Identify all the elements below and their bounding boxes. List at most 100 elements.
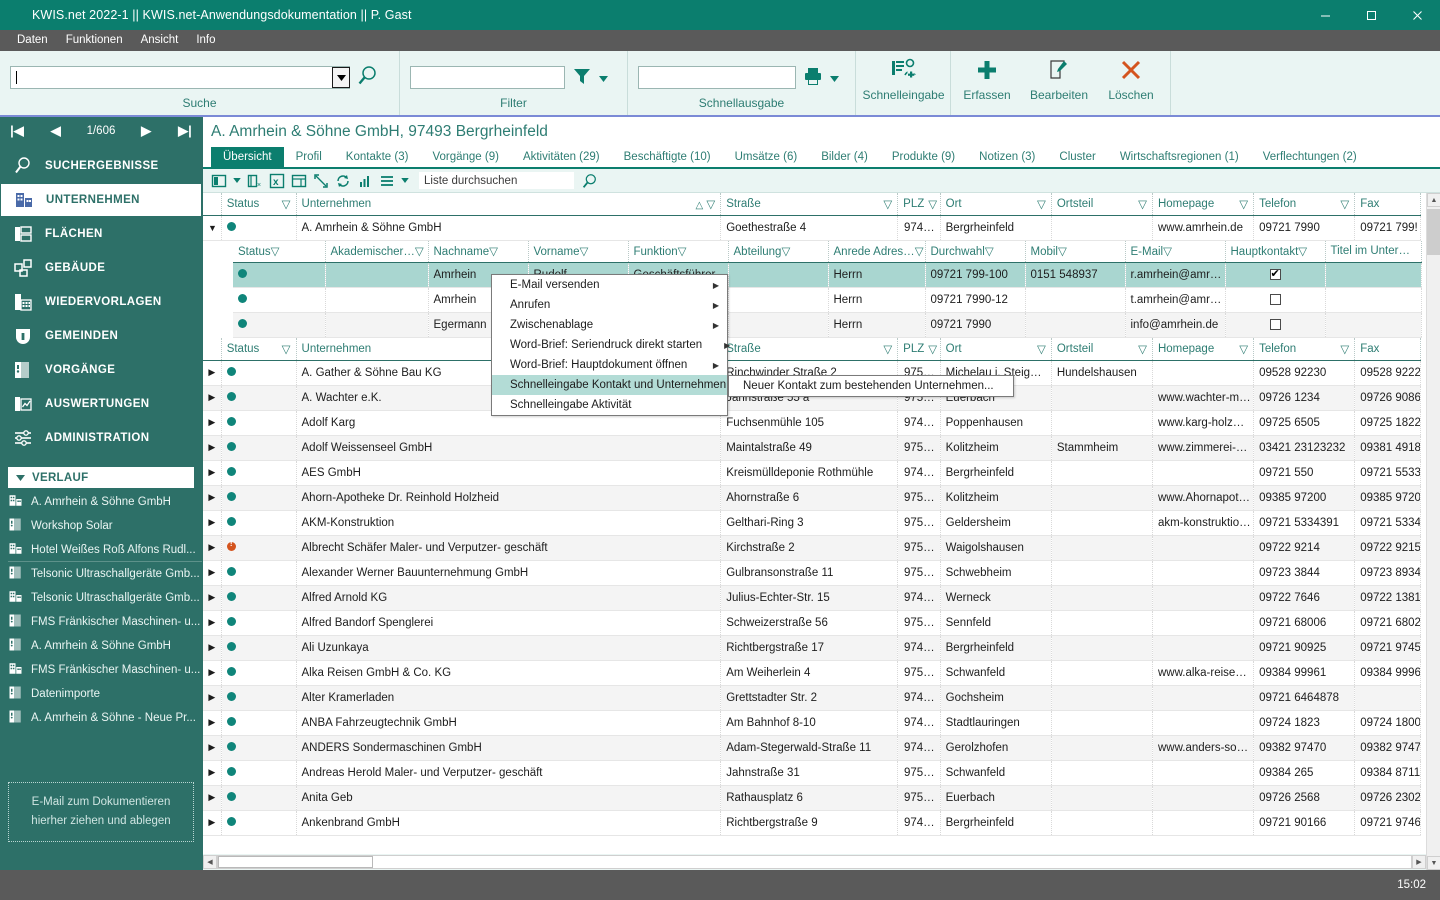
filter-icon[interactable]: ▽: [1298, 246, 1307, 258]
email-dropzone[interactable]: E-Mail zum Dokumentieren hierher ziehen …: [8, 782, 194, 842]
sidebar-item-suchergebnisse[interactable]: SUCHERGEBNISSE: [0, 149, 202, 183]
close-button[interactable]: [1394, 0, 1440, 30]
statistics-icon[interactable]: [357, 173, 373, 189]
menu-item-daten[interactable]: Daten: [8, 30, 57, 51]
hauptkontakt-checkbox[interactable]: [1269, 319, 1281, 331]
filter-dropdown-arrow[interactable]: [599, 71, 608, 85]
filter-icon[interactable]: ▽: [985, 246, 994, 258]
horizontal-scrollbar[interactable]: ◀ ▶: [203, 854, 1426, 870]
row-expand-toggle[interactable]: ▶: [203, 435, 222, 461]
row-expand-toggle[interactable]: ▶: [203, 410, 222, 436]
col-header-fax[interactable]: Fax: [1354, 193, 1421, 216]
vertical-scroll-thumb[interactable]: [1427, 209, 1440, 255]
scroll-up-button[interactable]: ▲: [1427, 193, 1440, 207]
filter-icon[interactable]: ▽: [1058, 246, 1067, 258]
history-item[interactable]: Telsonic Ultraschallgeräte Gmb...: [8, 586, 202, 610]
history-item[interactable]: A. Amrhein & Söhne GmbH: [8, 634, 202, 658]
table-row[interactable]: Amrhein Rudolf Geschäftsführer… Herrn 09…: [233, 262, 1422, 288]
chevron-down-icon[interactable]: [401, 178, 409, 183]
print-dropdown-arrow[interactable]: [830, 71, 839, 85]
menu-item-funktionen[interactable]: Funktionen: [57, 30, 132, 51]
tab-vorgaenge[interactable]: Vorgänge (9): [420, 147, 511, 167]
tab-profil[interactable]: Profil: [284, 147, 334, 167]
col-header-strasse[interactable]: Straße ▽: [720, 338, 899, 361]
col-header-strasse[interactable]: Straße ▽: [720, 193, 899, 216]
filter-icon[interactable]: ▽: [415, 246, 424, 258]
table-row[interactable]: Egermann Herrn 09721 7990 info@amrhein.d…: [233, 312, 1422, 338]
table-row[interactable]: ▶ Albrecht Schäfer Maler- und Verputzer- …: [203, 535, 1421, 561]
col-header-homepage[interactable]: Homepage ▽: [1152, 338, 1255, 361]
table-row[interactable]: Amrhein Herrn 09721 7990-12 t.amrhein@am…: [233, 287, 1422, 313]
tab-umsaetze[interactable]: Umsätze (6): [723, 147, 810, 167]
history-item[interactable]: Workshop Solar: [8, 514, 202, 538]
col-header-plz[interactable]: PLZ ▽: [897, 338, 941, 361]
context-menu-item-schnelleingabe-kontakt[interactable]: Schnelleingabe Kontakt und Unternehmen ▶: [492, 375, 754, 395]
tab-bilder[interactable]: Bilder (4): [809, 147, 880, 167]
menu-item-ansicht[interactable]: Ansicht: [132, 30, 188, 51]
filter-icon[interactable]: ▽: [883, 197, 892, 211]
filter-icon[interactable]: ▽: [1138, 342, 1147, 356]
minimize-button[interactable]: [1302, 0, 1348, 30]
context-menu-item-schnelleingabe-aktivitaet[interactable]: Schnelleingabe Aktivität: [492, 395, 727, 415]
filter-icon[interactable]: ▽: [1037, 197, 1046, 211]
history-item[interactable]: FMS Fränkischer Maschinen- u...: [8, 610, 202, 634]
col-header-mobil[interactable]: Mobil▽: [1025, 240, 1126, 263]
table-row[interactable]: ▶ Alfred Bandorf Spenglerei Schweizerstraß…: [203, 610, 1421, 636]
filter-icon[interactable]: ▽: [271, 246, 280, 258]
pager-prev-button[interactable]: ◀: [48, 123, 64, 139]
sidebar-item-unternehmen[interactable]: UNTERNEHMEN: [0, 183, 202, 217]
table-row[interactable]: ▶ Alfred Arnold KG Julius-Echter-Str. 15 97…: [203, 585, 1421, 611]
menu-item-info[interactable]: Info: [187, 30, 224, 51]
tab-wirtschaftsregionen[interactable]: Wirtschaftsregionen (1): [1108, 147, 1251, 167]
erfassen-button[interactable]: Erfassen: [951, 51, 1023, 102]
sidebar-item-gebaeude[interactable]: GEBÄUDE: [0, 251, 202, 285]
col-header-homepage[interactable]: Homepage ▽: [1152, 193, 1255, 216]
table-row[interactable]: ▼ A. Amrhein & Söhne GmbH Goethestraße 4…: [203, 215, 1421, 241]
history-item[interactable]: Telsonic Ultraschallgeräte Gmb...: [8, 562, 202, 586]
search-dropdown-button[interactable]: [332, 67, 350, 88]
col-header-ortsteil[interactable]: Ortsteil ▽: [1051, 193, 1153, 216]
col-header-funktion[interactable]: Funktion▽: [628, 240, 729, 263]
filter-icon[interactable]: ▽: [282, 342, 291, 356]
pager-next-button[interactable]: ▶: [138, 123, 154, 139]
col-header-ort[interactable]: Ort ▽: [940, 193, 1052, 216]
col-header-status[interactable]: Status▽: [221, 338, 297, 361]
tab-notizen[interactable]: Notizen (3): [967, 147, 1047, 167]
col-header-anrede[interactable]: Anrede Adres…▽: [828, 240, 926, 263]
row-expand-toggle[interactable]: ▶: [203, 485, 222, 511]
filter-icon[interactable]: ▽: [915, 246, 924, 258]
tab-uebersicht[interactable]: Übersicht: [211, 147, 284, 167]
col-header-vorname[interactable]: Vorname▽: [528, 240, 629, 263]
row-expand-toggle[interactable]: ▶: [203, 535, 222, 561]
filter-icon[interactable]: ▽: [1239, 342, 1248, 356]
table-row[interactable]: ▶ Ali Uzunkaya Richtbergstraße 17 974… Bergr…: [203, 635, 1421, 661]
col-header-status[interactable]: Status▽: [233, 240, 326, 263]
context-menu-item-anrufen[interactable]: Anrufen ▶: [492, 295, 727, 315]
horizontal-scroll-track[interactable]: [217, 855, 1412, 869]
search-icon[interactable]: [580, 172, 598, 190]
filter-icon[interactable]: ▽: [1340, 197, 1349, 211]
filter-icon[interactable]: ▽: [489, 246, 498, 258]
scroll-right-button[interactable]: ▶: [1412, 855, 1426, 869]
sidebar-item-vorgaenge[interactable]: VORGÄNGE: [0, 353, 202, 387]
row-expand-toggle[interactable]: ▶: [203, 710, 222, 736]
bearbeiten-button[interactable]: Bearbeiten: [1023, 51, 1095, 102]
row-expand-toggle[interactable]: ▶: [203, 560, 222, 586]
col-header-titel[interactable]: Titel im Unter…: [1325, 240, 1422, 263]
context-menu-item-hauptdokument[interactable]: Word-Brief: Hauptdokument öffnen ▶: [492, 355, 727, 375]
table-row[interactable]: ▶ Alter Kramerladen Grettstadter Str. 2 974…: [203, 685, 1421, 711]
tab-verflechtungen[interactable]: Verflechtungen (2): [1251, 147, 1369, 167]
row-collapse-toggle[interactable]: ▼: [203, 215, 222, 241]
vertical-scrollbar[interactable]: ▲ ▼: [1426, 193, 1440, 870]
printer-icon[interactable]: [802, 65, 824, 90]
tab-kontakte[interactable]: Kontakte (3): [334, 147, 421, 167]
hauptkontakt-checkbox[interactable]: [1269, 267, 1281, 281]
list-search-input[interactable]: Liste durchsuchen: [419, 172, 574, 189]
row-expand-toggle[interactable]: ▶: [203, 785, 222, 811]
columns-icon[interactable]: [211, 173, 227, 189]
filter-icon[interactable]: ▽: [1138, 197, 1147, 211]
history-item[interactable]: A. Amrhein & Söhne - Neue Pr...: [8, 706, 202, 730]
context-menu-item-email-versenden[interactable]: E-Mail versenden ▶: [492, 275, 727, 295]
pager-last-button[interactable]: ▶|: [177, 123, 193, 139]
row-expand-toggle[interactable]: ▶: [203, 735, 222, 761]
